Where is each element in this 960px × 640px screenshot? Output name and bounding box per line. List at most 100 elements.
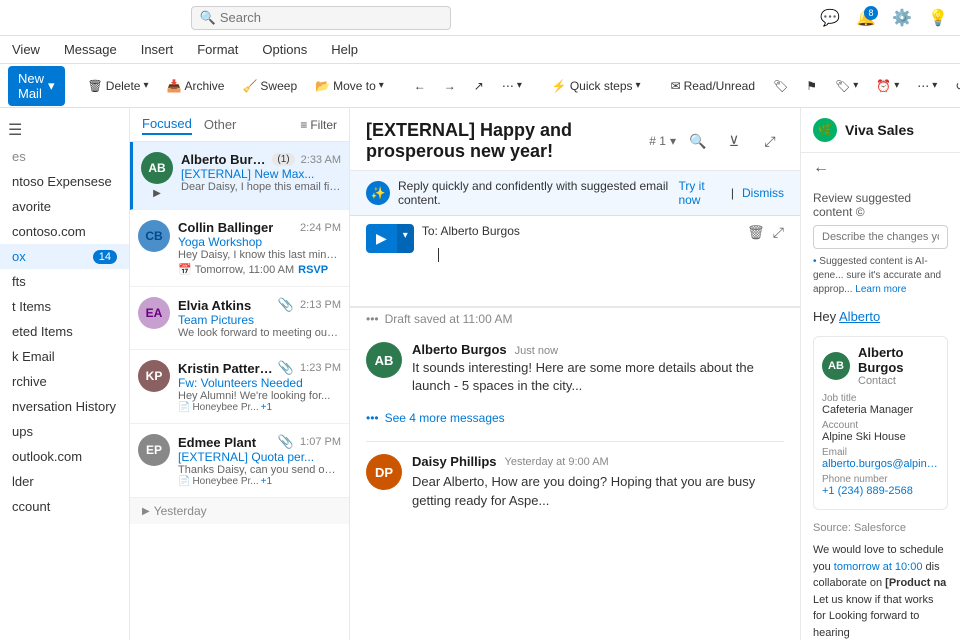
bell-icon[interactable]: 🔔8: [852, 4, 880, 32]
tab-other[interactable]: Other: [204, 115, 237, 134]
menu-format[interactable]: Format: [193, 40, 242, 59]
expand-icon-1[interactable]: ▶: [153, 188, 161, 199]
sidebar-item-0[interactable]: es: [0, 144, 129, 169]
read-unread-button[interactable]: ✉ Read/Unread: [664, 75, 762, 97]
more-button[interactable]: ⋯ ▾: [910, 75, 944, 97]
quick-steps-button[interactable]: ⚡ Quick steps ▾: [545, 75, 648, 97]
sidebar-item-outlook[interactable]: outlook.com: [0, 444, 129, 469]
message-text-dp: Dear Alberto, How are you doing? Hoping …: [412, 473, 784, 509]
chat-icon[interactable]: 💬: [816, 4, 844, 32]
new-mail-button[interactable]: New Mail ▾: [8, 66, 65, 106]
dismiss-link[interactable]: Dismiss: [742, 186, 784, 200]
settings-icon[interactable]: ⚙️: [888, 4, 916, 32]
message-avatar-dp: DP: [366, 454, 402, 490]
contact-phone-value[interactable]: +1 (234) 889-2568: [822, 485, 939, 497]
contact-email-value[interactable]: alberto.burgos@alpinsikh...: [822, 458, 939, 470]
more-options-icon: •••: [366, 312, 379, 326]
tab-focused[interactable]: Focused: [142, 114, 192, 135]
rsvp-badge-2[interactable]: RSVP: [298, 264, 328, 276]
redo-button[interactable]: →: [437, 75, 463, 97]
move-dropdown-icon: ▾: [379, 80, 384, 91]
section-yesterday[interactable]: ▶ Yesterday: [130, 498, 349, 524]
menu-view[interactable]: View: [8, 40, 44, 59]
sidebar-label-expense: ntoso Expensese: [12, 174, 112, 189]
main-content: ☰ es ntoso Expensese avorite contoso.com…: [0, 108, 960, 640]
viva-title: Viva Sales: [845, 122, 914, 138]
sender-1: Alberto Burgos: [181, 152, 270, 167]
email-list-tabs: Focused Other ≡ Filter: [130, 108, 349, 142]
sidebar-item-archive[interactable]: rchive: [0, 369, 129, 394]
sidebar-item-account[interactable]: ccount: [0, 494, 129, 519]
collapse-button[interactable]: ⊻: [720, 127, 748, 155]
expand-reply-button[interactable]: ⤢: [773, 224, 784, 241]
expand-pane-button[interactable]: ⤢: [756, 127, 784, 155]
more-actions-button[interactable]: ⋯ ▾: [495, 75, 529, 97]
contact-phone-field: Phone number +1 (234) 889-2568: [822, 474, 939, 497]
search-input[interactable]: [220, 10, 440, 25]
viva-header: 🌿 Viva Sales: [801, 108, 960, 153]
sidebar-item-deleted[interactable]: eted Items: [0, 319, 129, 344]
lightbulb-icon[interactable]: 💡: [924, 4, 952, 32]
trash-icon: 🗑: [88, 79, 103, 93]
menu-help[interactable]: Help: [327, 40, 362, 59]
forward-button[interactable]: ↗: [467, 75, 491, 97]
sidebar-item-folder[interactable]: lder: [0, 469, 129, 494]
viva-back-area: ←: [801, 153, 960, 183]
menu-options[interactable]: Options: [258, 40, 311, 59]
zoom-button[interactable]: 🔍: [684, 127, 712, 155]
email-item-3[interactable]: EA Elvia Atkins 📎 2:13 PM Team Pictures …: [130, 287, 349, 350]
try-it-now-link[interactable]: Try it now: [678, 179, 722, 207]
sidebar-item-favorite[interactable]: avorite: [0, 194, 129, 219]
restore-button[interactable]: ↺: [948, 75, 960, 97]
sidebar-item-drafts[interactable]: fts: [0, 269, 129, 294]
flag-button[interactable]: ⚑: [799, 75, 824, 97]
tag-button[interactable]: 🏷: [766, 75, 795, 97]
email-item-4[interactable]: KP Kristin Pattersona (2) 📎 1:23 PM Fw: …: [130, 350, 349, 424]
inbox-badge: 14: [93, 250, 117, 264]
sidebar-label-deleted: eted Items: [12, 324, 73, 339]
delete-button[interactable]: 🗑 Delete ▾: [81, 75, 156, 97]
contact-phone-label: Phone number: [822, 474, 939, 485]
product-highlight: [Product na: [885, 577, 946, 589]
see-more-button[interactable]: ••• See 4 more messages: [366, 407, 784, 429]
send-dropdown-button[interactable]: ▾: [397, 224, 414, 253]
archive-button[interactable]: 📥 Archive: [160, 75, 232, 97]
menu-message[interactable]: Message: [60, 40, 121, 59]
sidebar-item-contoso[interactable]: contoso.com: [0, 219, 129, 244]
sidebar-item-groups[interactable]: ups: [0, 419, 129, 444]
category-button[interactable]: 🏷 ▾: [828, 75, 865, 97]
back-button[interactable]: ←: [813, 159, 829, 176]
delete-draft-button[interactable]: 🗑: [747, 224, 765, 241]
undo-button[interactable]: ←: [407, 75, 433, 97]
sidebar-item-conversation[interactable]: nversation History: [0, 394, 129, 419]
reminder-button[interactable]: ⏰ ▾: [869, 75, 906, 97]
send-button[interactable]: ▶: [366, 224, 397, 253]
compose-area[interactable]: [422, 238, 739, 298]
sidebar-label-favorite: avorite: [12, 199, 51, 214]
email-item-1[interactable]: AB ▶ Alberto Burgos (1) 2:33 AM [EXTERNA…: [130, 142, 349, 210]
email-item-5[interactable]: EP Edmee Plant 📎 1:07 PM [EXTERNAL] Quot…: [130, 424, 349, 498]
sidebar-item-junk[interactable]: k Email: [0, 344, 129, 369]
viva-sales-panel: 🌿 Viva Sales ← Review suggested content …: [800, 108, 960, 640]
time-2: 2:24 PM: [300, 222, 341, 234]
reply-to-text: To: Alberto Burgos: [422, 224, 520, 238]
sidebar-label-0: es: [12, 149, 26, 164]
filter-button[interactable]: ≡ Filter: [300, 118, 337, 132]
sidebar-item-inbox[interactable]: ox 14: [0, 244, 129, 269]
search-box[interactable]: 🔍: [191, 6, 451, 30]
doc-icon-5: 📄: [178, 476, 190, 487]
new-mail-dropdown-icon: ▾: [48, 78, 55, 94]
menu-insert[interactable]: Insert: [137, 40, 178, 59]
describe-changes-input[interactable]: [813, 225, 948, 249]
preview-3: We look forward to meeting our fall...: [178, 327, 341, 339]
learn-more-link[interactable]: Learn more: [855, 284, 906, 295]
email-content-2: Collin Ballinger 2:24 PM Yoga Workshop H…: [178, 220, 341, 276]
sidebar-item-sent[interactable]: t Items: [0, 294, 129, 319]
email-item-2[interactable]: CB Collin Ballinger 2:24 PM Yoga Worksho…: [130, 210, 349, 287]
sweep-button[interactable]: 🧹 Sweep: [235, 75, 304, 97]
move-to-button[interactable]: 📂 Move to ▾: [308, 75, 391, 97]
sidebar-toggle[interactable]: ☰: [0, 116, 129, 144]
email-content-5: Edmee Plant 📎 1:07 PM [EXTERNAL] Quota p…: [178, 434, 341, 487]
subject-5: [EXTERNAL] Quota per...: [178, 450, 341, 464]
sidebar-item-expense[interactable]: ntoso Expensese: [0, 169, 129, 194]
